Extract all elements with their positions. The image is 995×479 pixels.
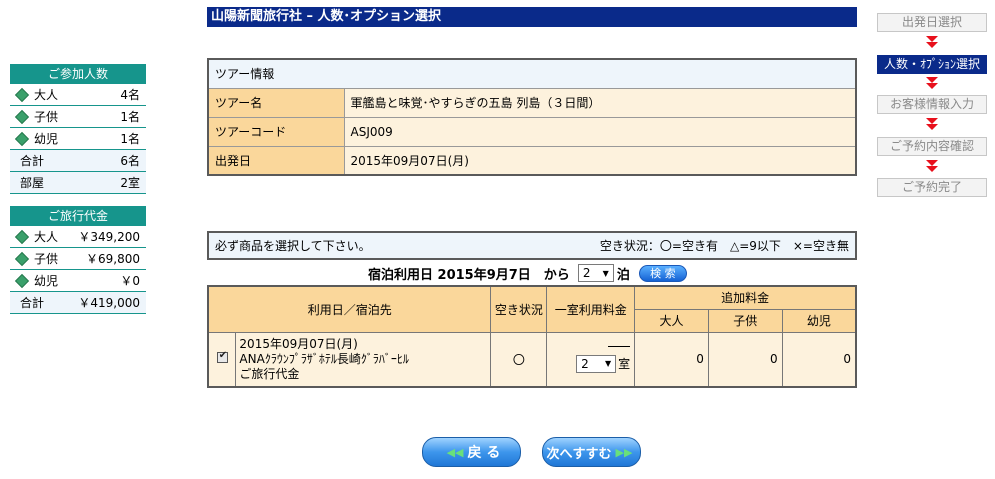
cost-row-child: 子供 ￥69,800 <box>10 248 146 270</box>
cost-value: ￥0 <box>120 274 140 288</box>
participants-label: 幼児 <box>34 132 59 146</box>
cost-total-value: ￥419,000 <box>78 296 140 310</box>
cost-row-adult: 大人 ￥349,200 <box>10 226 146 248</box>
cost-total-row: 合計 ￥419,000 <box>10 292 146 314</box>
participants-total-value: 6名 <box>120 154 140 168</box>
rooms-select[interactable]: 2 ▼ <box>576 354 617 373</box>
participants-value: 1名 <box>120 132 140 146</box>
step-complete: ご予約完了 <box>877 178 987 197</box>
diamond-bullet-icon <box>16 111 27 122</box>
plan-child-extra: 0 <box>707 331 783 388</box>
plan-room-rate: 2 ▼ 室 <box>546 331 636 388</box>
rooms-select-value: 2 <box>581 356 589 371</box>
col-child: 子供 <box>707 308 783 333</box>
tour-name-label: ツアー名 <box>207 87 345 118</box>
plan-note: ご旅行代金 <box>239 366 300 381</box>
cost-value: ￥349,200 <box>78 230 140 244</box>
cost-row-infant: 幼児 ￥0 <box>10 270 146 292</box>
participants-row-infant: 幼児 1名 <box>10 128 146 150</box>
plan-info: 2015年09月07日(月) ANAｸﾗｳﾝﾌﾟﾗｻﾞﾎﾃﾙ長崎ｸﾞﾗﾊﾞｰﾋﾙ… <box>235 331 492 388</box>
step-arrow-icon <box>924 36 940 49</box>
rooms-row: 部屋 2室 <box>10 172 146 194</box>
tour-info-header: ツアー情報 <box>207 58 857 89</box>
next-button[interactable]: 次へすすむ ▶▶ <box>542 437 641 467</box>
participants-label: 子供 <box>34 110 59 124</box>
diamond-bullet-icon <box>16 231 27 242</box>
col-additional: 追加料金 <box>634 285 857 310</box>
selection-notice-bar: 必ず商品を選択して下さい。 空き状況：〇=空き有 △=9以下 ×=空き無 <box>207 231 857 260</box>
step-arrow-icon <box>924 160 940 173</box>
diamond-bullet-icon <box>16 133 27 144</box>
cost-label: 子供 <box>34 252 59 266</box>
participants-row-adult: 大人 4名 <box>10 84 146 106</box>
participants-total-row: 合計 6名 <box>10 150 146 172</box>
back-button[interactable]: ◀◀ 戻 る <box>422 437 521 467</box>
nights-suffix: 泊 <box>616 267 630 283</box>
departure-date-label: 出発日 <box>207 145 345 176</box>
plans-table: 利用日／宿泊先 空き状況 一室利用料金 追加料金 大人 子供 幼児 2015年0… <box>207 285 857 388</box>
plan-adult-extra: 0 <box>634 331 709 388</box>
tour-code-value: ASJ009 <box>343 116 857 147</box>
plan-hotel: ANAｸﾗｳﾝﾌﾟﾗｻﾞﾎﾃﾙ長崎ｸﾞﾗﾊﾞｰﾋﾙ <box>239 351 409 366</box>
tour-info-table: ツアー情報 ツアー名 軍艦島と味覚･やすらぎの五島 列島（３日間） ツアーコード… <box>207 58 857 176</box>
nights-select[interactable]: 2 ▼ <box>577 264 614 282</box>
col-room-rate: 一室利用料金 <box>546 285 636 333</box>
plan-checkbox[interactable] <box>216 350 228 364</box>
back-button-label: 戻 る <box>467 445 501 461</box>
cost-header: ご旅行代金 <box>10 206 146 226</box>
cost-label: 大人 <box>34 230 59 244</box>
step-arrow-icon <box>924 118 940 131</box>
col-infant: 幼児 <box>781 308 857 333</box>
chevron-down-icon: ▼ <box>605 359 612 369</box>
cost-total-label: 合計 <box>20 296 45 310</box>
rooms-label: 部屋 <box>20 176 45 190</box>
search-button[interactable]: 検 索 <box>638 264 687 282</box>
diamond-bullet-icon <box>16 89 27 100</box>
stay-date-line: 宿泊利用日 2015年9月7日 から 2 ▼ 泊 検 索 <box>368 263 687 283</box>
cost-label: 幼児 <box>34 274 59 288</box>
chevron-down-icon: ▼ <box>602 268 609 278</box>
stay-date-text: 宿泊利用日 2015年9月7日 から <box>368 267 570 283</box>
step-confirm: ご予約内容確認 <box>877 137 987 156</box>
participants-value: 1名 <box>120 110 140 124</box>
diamond-bullet-icon <box>16 253 27 264</box>
step-arrow-icon <box>924 77 940 90</box>
participants-total-label: 合計 <box>20 154 45 168</box>
rate-dash <box>608 345 631 347</box>
col-availability: 空き状況 <box>490 285 548 333</box>
double-right-arrow-icon: ▶▶ <box>615 445 633 459</box>
selection-notice: 必ず商品を選択して下さい。 <box>215 239 371 253</box>
participants-header: ご参加人数 <box>10 64 146 84</box>
double-left-arrow-icon: ◀◀ <box>446 445 464 459</box>
departure-date-value: 2015年09月07日(月) <box>343 145 857 176</box>
tour-code-label: ツアーコード <box>207 116 345 147</box>
plan-date: 2015年09月07日(月) <box>239 336 358 351</box>
cost-value: ￥69,800 <box>86 252 140 266</box>
step-departure-date: 出発日選択 <box>877 13 987 32</box>
table-row: 2015年09月07日(月) ANAｸﾗｳﾝﾌﾟﾗｻﾞﾎﾃﾙ長崎ｸﾞﾗﾊﾞｰﾋﾙ… <box>207 331 857 388</box>
col-date-hotel: 利用日／宿泊先 <box>207 285 492 333</box>
tour-name-value: 軍艦島と味覚･やすらぎの五島 列島（３日間） <box>343 87 857 118</box>
diamond-bullet-icon <box>16 275 27 286</box>
participants-value: 4名 <box>120 88 140 102</box>
next-button-label: 次へすすむ <box>546 446 612 462</box>
plan-infant-extra: 0 <box>781 331 857 388</box>
plan-checkbox-cell <box>207 331 237 388</box>
participants-label: 大人 <box>34 88 59 102</box>
availability-legend: 空き状況：〇=空き有 △=9以下 ×=空き無 <box>599 239 849 253</box>
col-adult: 大人 <box>634 308 709 333</box>
participants-panel: ご参加人数 大人 4名 子供 1名 幼児 1名 合計 6名 部屋 2室 <box>10 64 146 194</box>
rooms-value: 2室 <box>120 176 140 190</box>
page-title: 山陽新聞旅行社 – 人数･オプション選択 <box>207 7 857 27</box>
plan-availability: 〇 <box>490 331 548 388</box>
step-people-options: 人数・ｵﾌﾟｼｮﾝ選択 <box>877 55 987 74</box>
step-customer-info: お客様情報入力 <box>877 95 987 114</box>
cost-panel: ご旅行代金 大人 ￥349,200 子供 ￥69,800 幼児 ￥0 合計 ￥4… <box>10 206 146 314</box>
participants-row-child: 子供 1名 <box>10 106 146 128</box>
rooms-suffix: 室 <box>618 357 631 372</box>
nights-select-value: 2 <box>582 266 591 280</box>
